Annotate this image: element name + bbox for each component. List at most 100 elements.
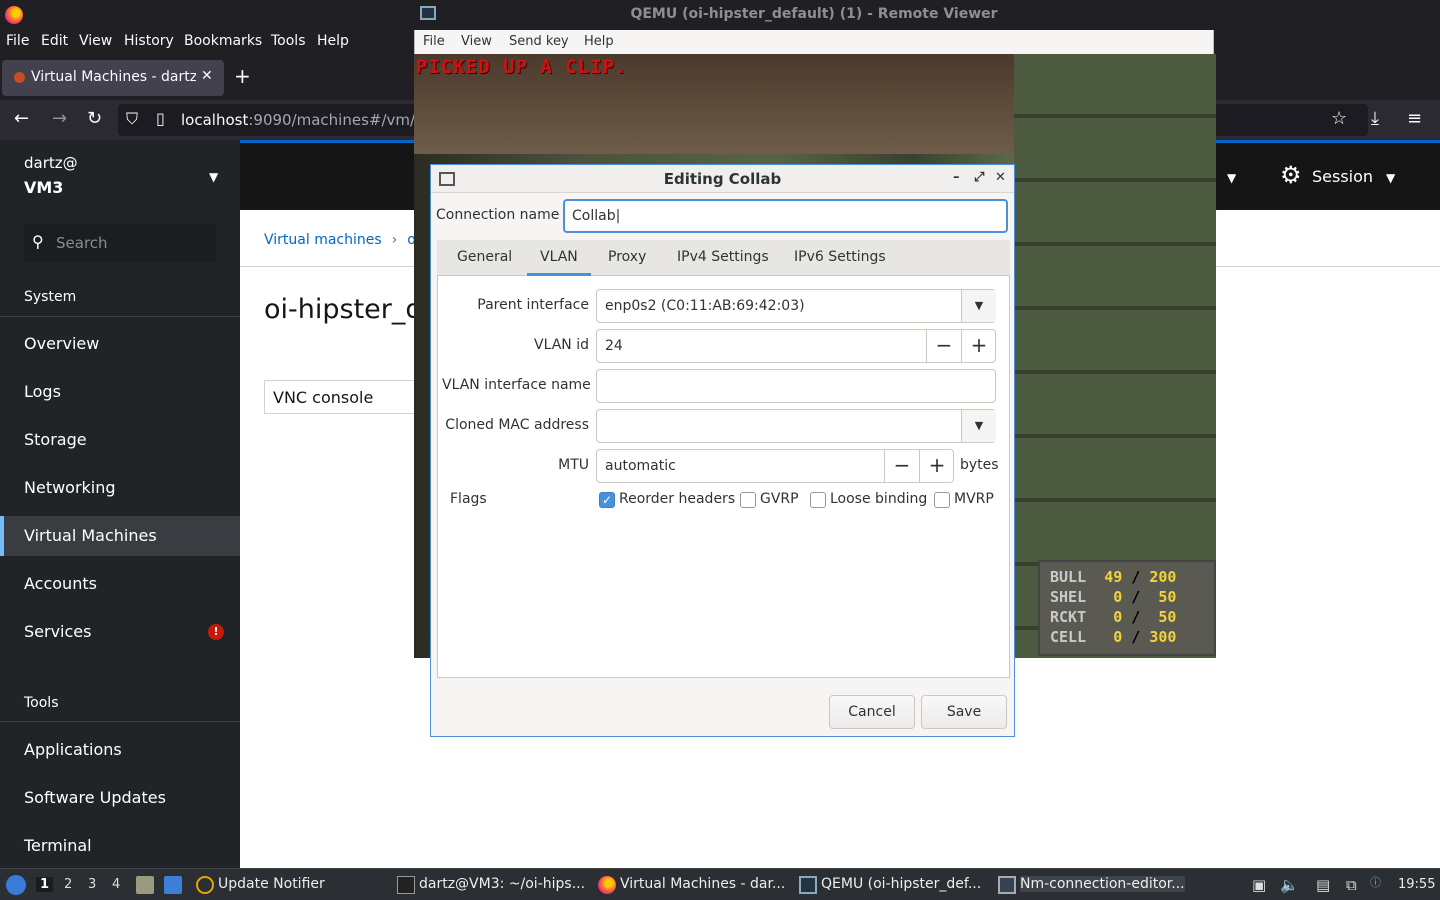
tab-ipv4[interactable]: IPv4 Settings bbox=[677, 249, 769, 265]
clock[interactable]: 19:55 bbox=[1398, 877, 1435, 892]
network-tray-icon[interactable]: ⧉ bbox=[1346, 876, 1357, 894]
increment-button[interactable]: + bbox=[919, 450, 954, 482]
increment-button[interactable]: + bbox=[961, 330, 996, 362]
info-icon[interactable]: ⓘ bbox=[1370, 874, 1381, 890]
sidebar-item-accounts[interactable]: Accounts bbox=[0, 564, 240, 604]
menu-bookmarks[interactable]: Bookmarks bbox=[184, 33, 262, 49]
taskbar-item-qemu[interactable]: QEMU (oi-hipster_def... bbox=[821, 876, 981, 892]
parent-interface-select[interactable]: enp0s2 (C0:11:AB:69:42:03) ▼ bbox=[596, 289, 996, 323]
desktop-icon[interactable] bbox=[164, 876, 182, 894]
close-icon[interactable]: ✕ bbox=[995, 170, 1006, 185]
session-caret-icon[interactable]: ▼ bbox=[1386, 171, 1395, 185]
sidebar-item-logs[interactable]: Logs bbox=[0, 372, 240, 412]
minimize-icon[interactable]: – bbox=[953, 170, 960, 185]
sidebar-item-storage[interactable]: Storage bbox=[0, 420, 240, 460]
sidebar-item-software-updates[interactable]: Software Updates bbox=[0, 778, 240, 818]
menu-edit[interactable]: Edit bbox=[41, 33, 68, 49]
volume-icon[interactable]: 🔈 bbox=[1280, 876, 1299, 894]
menu-file[interactable]: File bbox=[6, 33, 29, 49]
hud-row: BULL 49 / 200 bbox=[1050, 568, 1177, 586]
host-user[interactable]: dartz@ bbox=[24, 154, 78, 172]
help-caret-icon[interactable]: ▼ bbox=[1227, 171, 1236, 185]
reload-icon[interactable]: ↻ bbox=[87, 108, 102, 129]
taskbar-item-nm-editor[interactable]: Nm-connection-editor... bbox=[1020, 876, 1185, 892]
menu-tools[interactable]: Tools bbox=[271, 33, 306, 49]
close-tab-icon[interactable]: ✕ bbox=[201, 68, 213, 84]
rv-menu-view[interactable]: View bbox=[461, 34, 492, 49]
downloads-icon[interactable]: ⤓ bbox=[1371, 108, 1379, 129]
session-menu[interactable]: Session bbox=[1312, 167, 1373, 186]
page-icon[interactable]: ▯ bbox=[156, 109, 165, 128]
tab-ipv6[interactable]: IPv6 Settings bbox=[794, 249, 886, 265]
taskbar-item-update-notifier[interactable]: Update Notifier bbox=[218, 876, 325, 892]
breadcrumb-virtual-machines[interactable]: Virtual machines bbox=[264, 232, 382, 248]
cloned-mac-combo[interactable]: ▼ bbox=[596, 409, 996, 443]
decrement-button[interactable]: − bbox=[884, 450, 919, 482]
hud-row: SHEL 0 / 50 bbox=[1050, 588, 1177, 606]
file-manager-icon[interactable] bbox=[136, 876, 154, 894]
vlan-id-label: VLAN id bbox=[534, 337, 589, 353]
vlan-id-spinner[interactable]: 24 − + bbox=[596, 329, 996, 363]
gvrp-checkbox[interactable] bbox=[740, 492, 756, 508]
gear-icon[interactable]: ⚙ bbox=[1280, 161, 1302, 189]
update-notifier-icon bbox=[196, 876, 214, 894]
chevron-right-icon: › bbox=[391, 232, 398, 248]
taskbar-item-terminal[interactable]: dartz@VM3: ~/oi-hips... bbox=[419, 876, 585, 892]
rv-menu-file[interactable]: File bbox=[423, 34, 445, 49]
chevron-down-icon[interactable]: ▼ bbox=[961, 410, 996, 442]
notes-icon[interactable]: ▤ bbox=[1316, 876, 1330, 894]
clipboard-icon[interactable]: ▣ bbox=[1252, 876, 1266, 894]
hud-row: CELL 0 / 300 bbox=[1050, 628, 1177, 646]
menu-view[interactable]: View bbox=[79, 33, 112, 49]
sidebar-item-networking[interactable]: Networking bbox=[0, 468, 240, 508]
tab-proxy[interactable]: Proxy bbox=[608, 249, 646, 265]
loose-binding-label[interactable]: Loose binding bbox=[830, 491, 927, 507]
back-icon[interactable]: ← bbox=[14, 108, 29, 129]
edit-connection-dialog: Editing Collab – ⤢ ✕ Connection name Col… bbox=[430, 164, 1015, 737]
shield-icon[interactable]: ⛉ bbox=[126, 109, 138, 129]
sidebar-item-virtual-machines[interactable]: Virtual Machines bbox=[0, 516, 240, 556]
reorder-headers-checkbox[interactable]: ✓ bbox=[599, 492, 615, 508]
reorder-headers-label[interactable]: Reorder headers bbox=[619, 491, 735, 507]
sidebar-item-overview[interactable]: Overview bbox=[0, 324, 240, 364]
sidebar-item-terminal[interactable]: Terminal bbox=[0, 826, 240, 866]
workspace-2[interactable]: 2 bbox=[64, 877, 72, 892]
mvrp-label[interactable]: MVRP bbox=[954, 491, 994, 507]
divider bbox=[0, 316, 240, 317]
url-text[interactable]: localhost:9090/machines#/vm/cc bbox=[181, 111, 432, 129]
vlan-interface-name-input[interactable] bbox=[596, 369, 996, 403]
loose-binding-checkbox[interactable] bbox=[810, 492, 826, 508]
workspace-1[interactable]: 1 bbox=[36, 877, 54, 892]
save-button[interactable]: Save bbox=[921, 695, 1007, 729]
new-tab-button[interactable]: + bbox=[234, 64, 251, 88]
menu-help[interactable]: Help bbox=[317, 33, 349, 49]
workspace-4[interactable]: 4 bbox=[112, 877, 120, 892]
remote-viewer-title: QEMU (oi-hipster_default) (1) - Remote V… bbox=[630, 6, 998, 22]
cancel-button[interactable]: Cancel bbox=[829, 695, 915, 729]
search-input[interactable]: ⚲ Search bbox=[24, 224, 216, 262]
maximize-icon[interactable]: ⤢ bbox=[974, 170, 984, 185]
mtu-unit: bytes bbox=[960, 457, 999, 473]
menu-history[interactable]: History bbox=[124, 33, 174, 49]
forward-icon[interactable]: → bbox=[52, 108, 67, 129]
taskbar-item-firefox[interactable]: Virtual Machines - dar... bbox=[620, 876, 785, 892]
gvrp-label[interactable]: GVRP bbox=[760, 491, 799, 507]
rv-menu-help[interactable]: Help bbox=[584, 34, 614, 49]
sidebar-item-applications[interactable]: Applications bbox=[0, 730, 240, 770]
app-menu-icon[interactable]: ≡ bbox=[1407, 108, 1422, 129]
connection-name-input[interactable]: Collab| bbox=[563, 199, 1008, 233]
mvrp-checkbox[interactable] bbox=[934, 492, 950, 508]
sidebar-item-services[interactable]: Services bbox=[0, 612, 240, 652]
host-caret-icon[interactable]: ▼ bbox=[209, 170, 218, 184]
host-name[interactable]: VM3 bbox=[24, 178, 63, 197]
mtu-spinner[interactable]: automatic − + bbox=[596, 449, 954, 483]
rv-menu-send-key[interactable]: Send key bbox=[509, 34, 569, 49]
tab-general[interactable]: General bbox=[457, 249, 512, 265]
workspace-3[interactable]: 3 bbox=[88, 877, 96, 892]
start-menu-icon[interactable] bbox=[6, 875, 26, 895]
chevron-down-icon[interactable]: ▼ bbox=[961, 290, 996, 322]
tab-vlan[interactable]: VLAN bbox=[540, 249, 578, 265]
bookmark-star-icon[interactable]: ☆ bbox=[1331, 108, 1347, 129]
decrement-button[interactable]: − bbox=[926, 330, 961, 362]
browser-tab[interactable]: Virtual Machines - dartz@ ✕ bbox=[2, 60, 224, 96]
